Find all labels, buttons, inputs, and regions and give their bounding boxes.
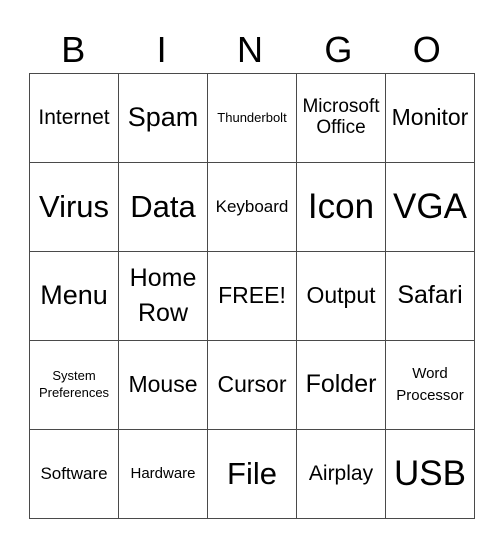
bingo-cell[interactable]: Hardware [118,429,208,519]
bingo-cell[interactable]: Internet [29,73,119,163]
bingo-cell[interactable]: Keyboard [207,162,297,252]
bingo-cell[interactable]: Safari [385,251,475,341]
free-space[interactable]: FREE! [207,251,297,341]
bingo-cell[interactable]: Output [296,251,386,341]
bingo-row: Software Hardware File Airplay USB [29,429,475,519]
header-letter-o: O [412,29,441,70]
bingo-cell[interactable]: USB [385,429,475,519]
bingo-header: B I N G O [29,28,471,72]
bingo-grid: Internet Spam Thunderbolt Microsoft Offi… [29,73,475,519]
bingo-cell[interactable]: VGA [385,162,475,252]
bingo-cell[interactable]: Spam [118,73,208,163]
bingo-cell[interactable]: Icon [296,162,386,252]
bingo-cell[interactable]: Home Row [118,251,208,341]
bingo-cell[interactable]: Microsoft Office [296,73,386,163]
bingo-row: System Preferences Mouse Cursor Folder W… [29,340,475,430]
bingo-cell[interactable]: Word Processor [385,340,475,430]
header-letter-g: G [324,29,353,70]
header-letter-b: B [61,29,86,70]
bingo-cell[interactable]: Monitor [385,73,475,163]
bingo-cell[interactable]: Airplay [296,429,386,519]
bingo-cell[interactable]: Data [118,162,208,252]
bingo-row: Virus Data Keyboard Icon VGA [29,162,475,252]
bingo-cell[interactable]: Cursor [207,340,297,430]
header-letter-n: N [236,29,263,70]
bingo-cell[interactable]: Thunderbolt [207,73,297,163]
bingo-row: Menu Home Row FREE! Output Safari [29,251,475,341]
bingo-cell[interactable]: System Preferences [29,340,119,430]
bingo-cell[interactable]: Folder [296,340,386,430]
header-letter-i: I [156,29,167,70]
bingo-row: Internet Spam Thunderbolt Microsoft Offi… [29,73,475,163]
bingo-cell[interactable]: Software [29,429,119,519]
bingo-cell[interactable]: Virus [29,162,119,252]
bingo-cell[interactable]: Menu [29,251,119,341]
bingo-cell[interactable]: Mouse [118,340,208,430]
bingo-cell[interactable]: File [207,429,297,519]
